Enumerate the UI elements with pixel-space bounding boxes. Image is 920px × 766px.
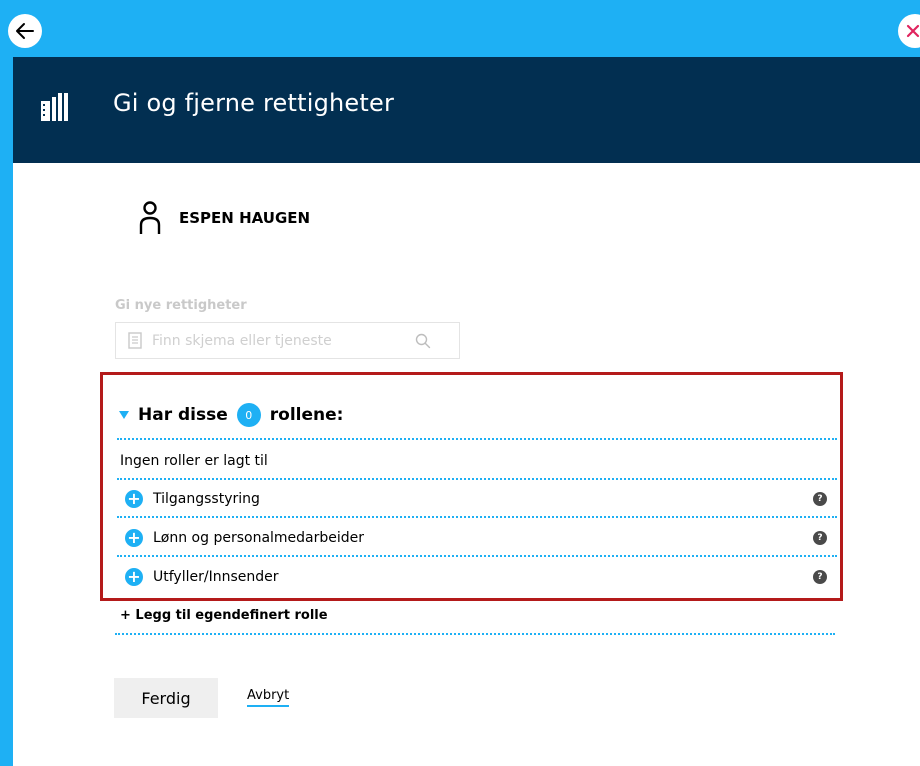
back-button[interactable]: [8, 14, 42, 48]
divider: [117, 478, 837, 480]
add-custom-role-link[interactable]: + Legg til egendefinert rolle: [120, 608, 328, 623]
close-button[interactable]: [898, 14, 920, 48]
search-icon[interactable]: [415, 333, 431, 349]
arrow-left-icon: [16, 23, 34, 39]
search-input[interactable]: [150, 331, 409, 350]
caret-down-icon: [119, 411, 129, 419]
divider: [115, 633, 835, 635]
roles-heading-suffix: rollene:: [269, 405, 344, 425]
document-icon: [128, 332, 142, 349]
role-item-tilgangsstyring[interactable]: + Tilgangsstyring ?: [125, 488, 827, 510]
new-rights-label: Gi nye rettigheter: [115, 298, 247, 313]
divider: [117, 516, 837, 518]
help-icon[interactable]: ?: [813, 492, 827, 506]
role-label: Utfyller/Innsender: [153, 569, 279, 585]
help-icon[interactable]: ?: [813, 570, 827, 584]
roles-heading[interactable]: Har disse 0 rollene:: [118, 403, 343, 427]
roles-heading-prefix: Har disse: [138, 405, 228, 425]
top-bar: [0, 0, 920, 57]
empty-roles-text: Ingen roller er lagt til: [120, 453, 268, 469]
role-count-badge: 0: [236, 403, 261, 427]
building-icon: [41, 93, 68, 121]
rights-modal: Gi og fjerne rettigheter ESPEN HAUGEN Gi…: [13, 57, 920, 766]
role-item-lonn-personal[interactable]: + Lønn og personalmedarbeider ?: [125, 527, 827, 549]
plus-icon[interactable]: +: [125, 490, 143, 508]
divider: [117, 438, 837, 440]
plus-icon[interactable]: +: [125, 529, 143, 547]
cancel-link[interactable]: Avbryt: [247, 688, 290, 707]
role-label: Lønn og personalmedarbeider: [153, 530, 365, 546]
search-field[interactable]: [115, 322, 460, 359]
roles-section: Har disse 0 rollene: Ingen roller er lag…: [100, 372, 843, 601]
user-name: ESPEN HAUGEN: [179, 209, 311, 227]
role-label: Tilgangsstyring: [153, 491, 260, 507]
role-item-utfyller-innsender[interactable]: + Utfyller/Innsender ?: [125, 566, 827, 588]
close-icon: [906, 24, 920, 38]
user-info: ESPEN HAUGEN: [139, 201, 310, 235]
modal-title: Gi og fjerne rettigheter: [113, 89, 395, 117]
done-button[interactable]: Ferdig: [114, 678, 218, 718]
modal-header: Gi og fjerne rettigheter: [13, 57, 920, 163]
plus-icon[interactable]: +: [125, 568, 143, 586]
help-icon[interactable]: ?: [813, 531, 827, 545]
divider: [117, 555, 837, 557]
person-icon: [139, 201, 161, 234]
